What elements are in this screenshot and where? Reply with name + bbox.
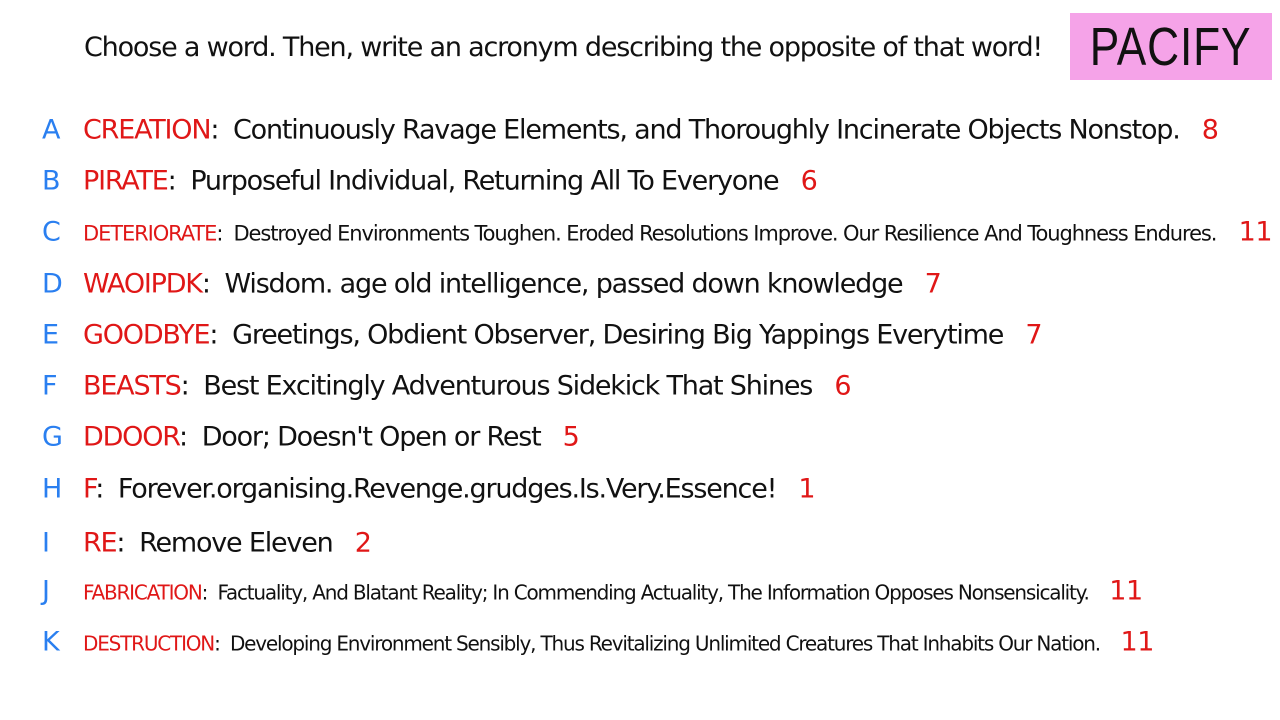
entry-count: 1 <box>798 473 815 505</box>
entry-letter: B <box>42 165 61 197</box>
prompt-text: Choose a word. Then, write an acronym de… <box>84 32 1043 63</box>
entry-letter: C <box>42 216 61 248</box>
entry-count: 7 <box>924 268 942 300</box>
entry-count: 11 <box>1238 216 1273 248</box>
entry-count: 11 <box>1109 575 1143 607</box>
entry-letter: G <box>42 421 63 453</box>
entry-count: 6 <box>834 370 851 402</box>
entry-content: RE: Remove Eleven 2 <box>83 527 372 559</box>
entry-letter: A <box>42 114 61 146</box>
entry-acronym: Remove Eleven <box>139 527 334 559</box>
entry-content: FABRICATION: Factuality, And Blatant Rea… <box>83 575 1143 607</box>
entry-acronym: Greetings, Obdient Observer, Desiring Bi… <box>232 319 1004 351</box>
title-badge-text: PACIFY <box>1090 16 1252 77</box>
entry-content: CREATION: Continuously Ravage Elements, … <box>83 114 1219 146</box>
entry-word: F <box>83 473 96 505</box>
entry-content: DDOOR: Door; Doesn't Open or Rest 5 <box>83 421 580 453</box>
entry-count: 6 <box>800 165 818 197</box>
entry-letter: K <box>42 626 60 658</box>
entry-letter: D <box>42 268 63 300</box>
entry-letter: H <box>42 473 63 505</box>
entry-acronym: Wisdom. age old intelligence, passed dow… <box>224 268 903 300</box>
entry-letter: F <box>42 370 58 402</box>
entry-word: CREATION <box>83 114 212 146</box>
entry-word: FABRICATION <box>83 580 203 605</box>
entry-word: PIRATE <box>83 165 169 197</box>
title-badge: PACIFY <box>1070 13 1272 80</box>
entry-count: 8 <box>1201 114 1219 146</box>
entry-acronym: Best Excitingly Adventurous Sidekick Tha… <box>203 370 813 402</box>
entry-word: BEASTS <box>83 370 182 402</box>
entry-acronym: Door; Doesn't Open or Rest <box>201 421 542 453</box>
entry-count: 2 <box>354 527 372 559</box>
entry-acronym: Purposeful Individual, Returning All To … <box>190 165 779 197</box>
entry-letter: E <box>42 319 60 351</box>
entry-content: PIRATE: Purposeful Individual, Returning… <box>83 165 818 197</box>
entry-count: 5 <box>562 421 580 453</box>
entry-count: 7 <box>1025 319 1042 351</box>
entry-content: GOODBYE: Greetings, Obdient Observer, De… <box>83 319 1042 351</box>
entry-letter: I <box>42 527 50 559</box>
entry-content: DETERIORATE: Destroyed Environments Toug… <box>83 216 1273 248</box>
entry-count: 11 <box>1120 626 1155 658</box>
entry-word: GOODBYE <box>83 319 211 351</box>
entry-word: DESTRUCTION <box>83 631 215 656</box>
entry-acronym: Continuously Ravage Elements, and Thorou… <box>233 114 1181 146</box>
entry-acronym: Developing Environment Sensibly, Thus Re… <box>229 631 1101 656</box>
entry-word: RE <box>83 527 118 559</box>
entry-acronym: Destroyed Environments Toughen. Eroded R… <box>233 221 1217 246</box>
entry-content: F: Forever.organising.Revenge.grudges.Is… <box>83 473 816 505</box>
entry-content: DESTRUCTION: Developing Environment Sens… <box>83 626 1155 658</box>
entry-content: BEASTS: Best Excitingly Adventurous Side… <box>83 370 851 402</box>
entry-acronym: Factuality, And Blatant Reality; In Comm… <box>217 580 1089 605</box>
entry-letter: J <box>42 575 50 607</box>
entry-content: WAOIPDK: Wisdom. age old intelligence, p… <box>83 268 942 300</box>
entry-word: WAOIPDK <box>83 268 203 300</box>
entry-acronym: Forever.organising.Revenge.grudges.Is.Ve… <box>117 473 778 505</box>
entry-word: DETERIORATE <box>83 221 217 246</box>
entry-word: DDOOR <box>83 421 180 453</box>
